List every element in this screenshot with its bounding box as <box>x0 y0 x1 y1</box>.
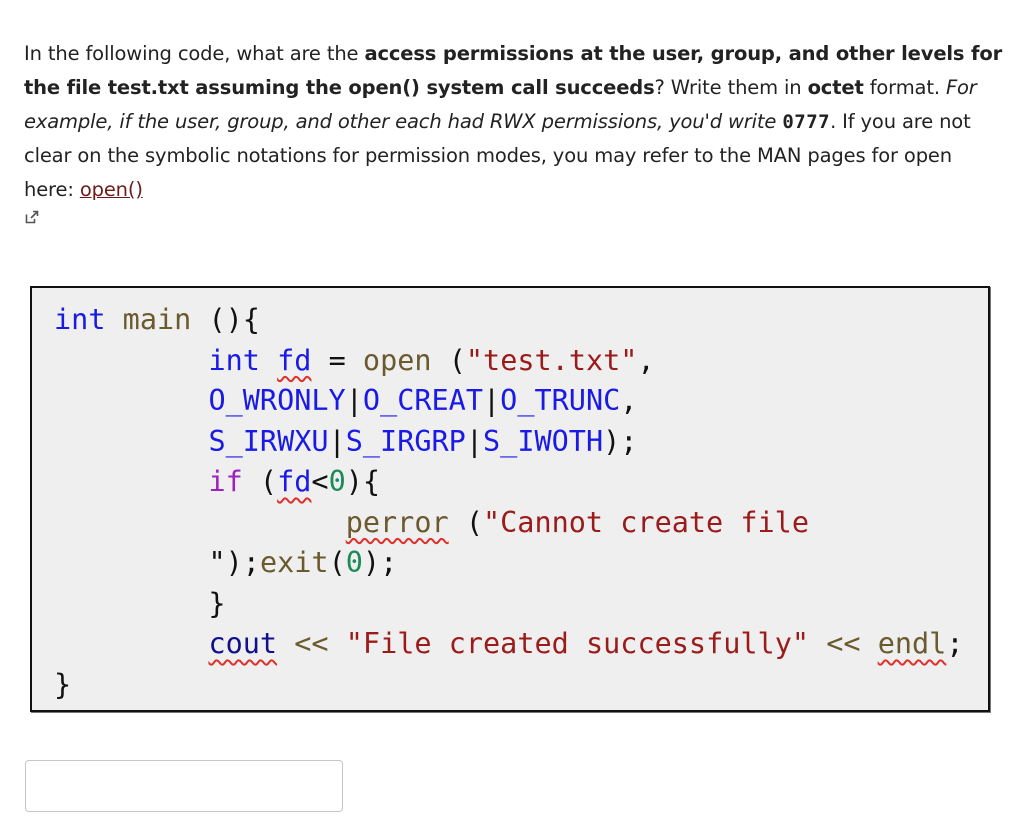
code-line: S_IRWXU|S_IRGRP|S_IWOTH); <box>54 422 964 463</box>
question-text-part: format. <box>863 76 946 99</box>
code-token: fd <box>277 343 312 377</box>
code-token: "test.txt" <box>465 343 638 377</box>
code-token: O_WRONLY <box>208 384 346 417</box>
code-line: perror ("Cannot create file <box>54 503 964 544</box>
code-token: cout <box>208 627 278 660</box>
code-token: int <box>208 343 260 377</box>
code-token: if <box>208 465 243 498</box>
code-token: < <box>311 465 329 498</box>
code-token: ){ <box>345 465 381 498</box>
code-token: ( <box>242 465 278 498</box>
code-token: open <box>362 343 432 377</box>
code-line: O_WRONLY|O_CREAT|O_TRUNC, <box>54 381 964 422</box>
code-token: ); <box>225 546 260 579</box>
code-token: | <box>483 384 501 417</box>
code-token: ); <box>603 424 638 458</box>
code-token: S_IWOTH <box>483 424 604 458</box>
code-token: fd <box>277 465 312 498</box>
code-token: O_CREAT <box>362 384 483 417</box>
code-token: ; <box>946 627 964 660</box>
code-token: ( <box>431 343 466 377</box>
open-man-page-link[interactable]: open() <box>80 178 143 201</box>
code-token: | <box>465 424 483 458</box>
code-token: "File created successfully" <box>345 627 810 660</box>
code-token: O_TRUNC <box>500 384 621 417</box>
code-line: cout << "File created successfully" << e… <box>54 624 964 665</box>
code-line: ");exit(0); <box>54 543 964 584</box>
code-token: } <box>54 667 72 701</box>
code-token: , <box>620 384 638 417</box>
code-token: = <box>311 343 363 377</box>
code-line: int fd = open ("test.txt", <box>54 341 964 382</box>
code-token: (){ <box>191 303 260 336</box>
answer-input[interactable] <box>25 760 343 812</box>
code-token: , <box>637 343 655 377</box>
code-token: ( <box>328 546 346 579</box>
code-token: 0 <box>328 465 346 498</box>
code-token: perror <box>345 505 449 539</box>
code-token: exit <box>259 546 329 579</box>
code-token: S_IRGRP <box>345 424 466 458</box>
code-token: | <box>345 384 363 417</box>
code-line: } <box>54 665 964 706</box>
code-token: << <box>294 627 329 660</box>
code-line: } <box>54 584 964 625</box>
code-block: int main (){ int fd = open ("test.txt", … <box>30 286 990 712</box>
question-text: In the following code, what are the acce… <box>24 37 1004 225</box>
question-intro: In the following code, what are the <box>24 42 365 65</box>
code-token: 0 <box>345 546 363 579</box>
code-token: ); <box>362 546 398 579</box>
code-line: int main (){ <box>54 300 964 341</box>
code-token: S_IRWXU <box>208 424 329 458</box>
code-token: ( <box>448 505 483 539</box>
example-value: 0777 <box>782 111 831 133</box>
code-token: " <box>208 546 226 579</box>
question-text-part: ? Write them in <box>654 76 808 99</box>
code-listing: int main (){ int fd = open ("test.txt", … <box>54 300 964 705</box>
code-token: | <box>328 424 346 458</box>
code-token: << <box>826 627 861 660</box>
code-token: } <box>54 586 226 620</box>
octet-emphasis: octet <box>807 76 864 99</box>
code-line: if (fd<0){ <box>54 462 964 503</box>
code-token: endl <box>877 627 947 660</box>
external-link-icon[interactable] <box>24 209 40 225</box>
code-token: "Cannot create file <box>482 505 809 539</box>
code-token: main <box>122 303 192 336</box>
code-token: int <box>54 303 106 336</box>
